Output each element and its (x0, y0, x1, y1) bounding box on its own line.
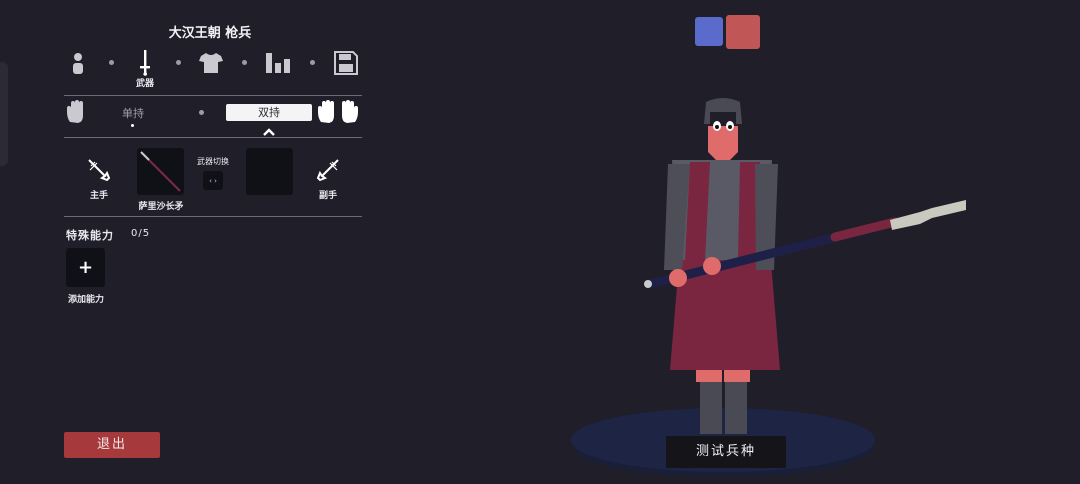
separator-dot (199, 110, 204, 115)
selection-dot (131, 124, 134, 127)
spear-head (890, 200, 966, 230)
save-icon (334, 51, 358, 75)
soldier-hand (669, 269, 687, 287)
divider (64, 216, 362, 217)
divider (64, 95, 362, 96)
add-ability-label: 添加能力 (67, 295, 104, 305)
side-panel-tab[interactable] (0, 62, 8, 166)
sword-icon (140, 50, 150, 76)
save-category-button[interactable] (331, 48, 361, 78)
main-weapon-slot[interactable] (137, 148, 184, 195)
separator-dot (242, 60, 247, 65)
double-hand-icon[interactable] (317, 100, 359, 128)
off-hand-weapon-slot[interactable] (246, 148, 293, 195)
exit-button[interactable]: 退出 (64, 432, 160, 458)
bar-chart-icon (266, 53, 290, 73)
unit-title: 大汉王朝 枪兵 (168, 26, 252, 41)
add-ability-button[interactable]: + (66, 248, 105, 287)
body-category-button[interactable] (63, 48, 93, 78)
main-hand-label: 主手 (89, 191, 108, 201)
armor-category-button[interactable] (196, 48, 226, 78)
separator-dot (176, 60, 181, 65)
single-hand-icon[interactable] (66, 100, 86, 128)
soldier-face (708, 126, 738, 160)
team-blue-button[interactable] (695, 17, 723, 46)
shirt-icon (199, 53, 223, 73)
weapon-category-label: 武器 (135, 79, 154, 89)
ability-count: 0/5 (131, 228, 151, 239)
double-grip-option[interactable]: 双持 (226, 104, 312, 121)
single-grip-option[interactable]: 单持 (108, 105, 158, 121)
separator-dot (310, 60, 315, 65)
test-unit-button[interactable]: 测试兵种 (666, 436, 786, 468)
separator-dot (109, 60, 114, 65)
spear-thumbnail (140, 151, 181, 192)
weapon-category-button[interactable] (130, 48, 160, 78)
special-abilities-label: 特殊能力 (66, 229, 114, 242)
team-red-button[interactable] (726, 15, 760, 49)
off-hand-label: 副手 (318, 191, 337, 201)
person-icon (73, 53, 83, 74)
unit-preview (571, 98, 966, 477)
plus-icon: + (77, 257, 94, 278)
off-hand-icon (316, 158, 340, 186)
swap-arrows-icon: ‹ › (209, 176, 217, 185)
weapon-switch-button[interactable]: ‹ › (203, 171, 223, 190)
weapon-switch-label: 武器切换 (197, 157, 229, 166)
soldier-helmet (704, 98, 742, 124)
soldier-hand (703, 257, 721, 275)
stats-category-button[interactable] (263, 48, 293, 78)
main-weapon-name: 萨里沙长矛 (138, 202, 184, 212)
divider (64, 137, 362, 138)
main-hand-icon (87, 158, 111, 186)
